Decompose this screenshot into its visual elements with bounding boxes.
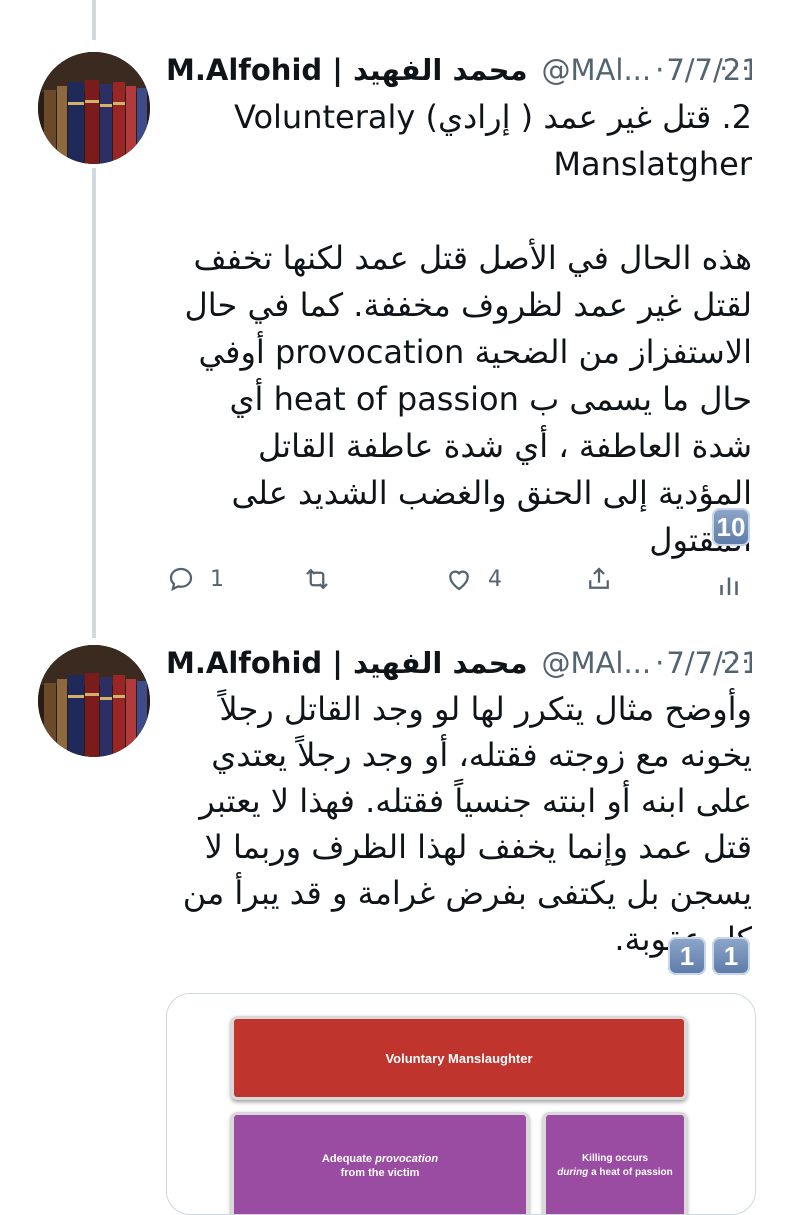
like-count: 4 <box>488 566 502 592</box>
reply-count: 1 <box>210 566 224 592</box>
author-name[interactable]: M.Alfohid | محمد الفهيد <box>166 646 528 680</box>
provocation-line-1: Adequate provocation <box>322 1152 438 1166</box>
attached-image[interactable]: Voluntary Manslaughter Adequate provocat… <box>166 993 756 1215</box>
retweet-icon <box>306 568 328 590</box>
thread-line-middle <box>92 168 96 638</box>
like-button[interactable]: 4 <box>444 564 502 594</box>
separator-dot: · <box>655 646 665 680</box>
passion-line-1: Killing occurs <box>581 1153 649 1164</box>
avatar[interactable] <box>38 52 150 164</box>
author-handle[interactable]: @MAl... <box>542 53 652 87</box>
diagram-title-box: Voluntary Manslaughter <box>231 1016 687 1100</box>
share-button[interactable] <box>584 564 614 594</box>
separator-dot: · <box>655 53 665 87</box>
tweet-actions: 1 4 <box>160 564 752 608</box>
keycap-one-icon: 1 <box>668 937 706 975</box>
avatar[interactable] <box>38 645 150 757</box>
analytics-button[interactable] <box>714 570 744 600</box>
retweet-button[interactable] <box>302 564 332 594</box>
number-emoji: 10 <box>712 508 750 546</box>
author-name[interactable]: M.Alfohid | محمد الفهيد <box>166 53 528 87</box>
provocation-text-em: provocation <box>375 1153 439 1165</box>
passion-text-em: during <box>557 1167 589 1178</box>
bookshelf-avatar-image <box>38 645 150 757</box>
number-emoji: 1 1 <box>668 937 750 975</box>
tweet-header: M.Alfohid | محمد الفهيد @MAl... · 7/7/21 <box>166 641 752 685</box>
tweet-text: وأوضح مثال يتكرر لها لو وجد القاتل رجلاً… <box>182 690 752 958</box>
keycap-one-icon: 1 <box>712 937 750 975</box>
provocation-text-pre: Adequate <box>321 1153 376 1165</box>
share-icon <box>589 567 609 589</box>
reply-icon <box>169 567 193 592</box>
analytics-icon <box>720 577 738 595</box>
provocation-line-2: from the victim <box>340 1167 420 1179</box>
passion-text-post: a heat of passion <box>591 1167 673 1178</box>
author-handle[interactable]: @MAl... <box>542 646 652 680</box>
diagram-title: Voluntary Manslaughter <box>385 1050 533 1066</box>
more-options-icon[interactable]: ··· <box>719 645 752 678</box>
tweet-header: M.Alfohid | محمد الفهيد @MAl... · 7/7/21 <box>166 48 752 92</box>
more-options-icon[interactable]: ··· <box>719 52 752 85</box>
reply-button[interactable]: 1 <box>166 564 224 594</box>
tweet-text: 2. قتل غير عمد ( إرادي) Volunteraly Mans… <box>184 98 752 559</box>
keycap-ten-icon: 10 <box>712 508 750 546</box>
passion-line-2: during a heat of passion <box>557 1166 673 1180</box>
thread-line-top <box>92 0 96 40</box>
bookshelf-avatar-image <box>38 52 150 164</box>
heart-icon <box>449 570 469 591</box>
